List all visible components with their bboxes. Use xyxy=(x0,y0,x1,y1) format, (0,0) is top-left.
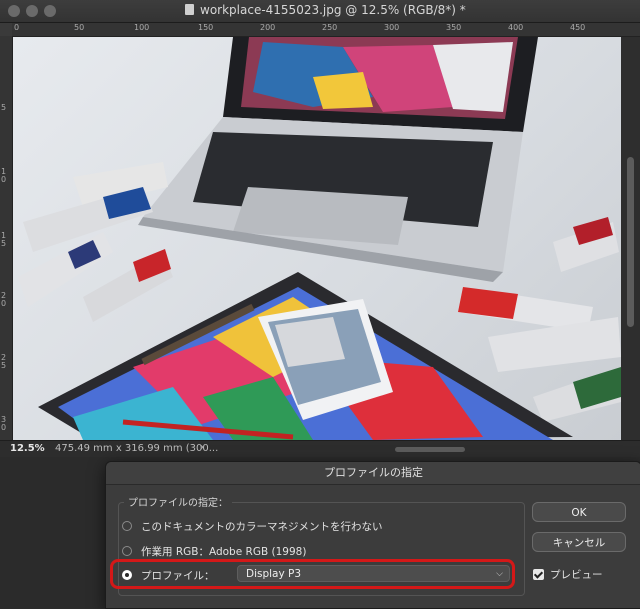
preview-label: プレビュー xyxy=(550,569,603,581)
ruler-tick: 50 xyxy=(74,23,85,32)
photo-canvas[interactable] xyxy=(13,37,621,440)
document-info: 475.49 mm x 316.99 mm (300... xyxy=(55,443,219,454)
ruler-tick: 2 0 xyxy=(1,291,7,308)
profile-select[interactable]: Display P3 ⌵ xyxy=(237,565,510,582)
window-title: workplace-4155023.jpg @ 12.5% (RGB/8*) * xyxy=(185,3,466,17)
group-label: プロファイルの指定： xyxy=(124,494,232,509)
ruler-corner[interactable] xyxy=(0,23,12,36)
window-titlebar: workplace-4155023.jpg @ 12.5% (RGB/8*) * xyxy=(0,0,640,23)
ruler-tick: 150 xyxy=(198,23,214,32)
ruler-tick: 0 xyxy=(14,23,20,32)
preview-checkbox[interactable] xyxy=(533,569,544,580)
ok-button[interactable]: OK xyxy=(532,502,626,522)
option-no-color-management[interactable]: このドキュメントのカラーマネジメントを行わない xyxy=(122,519,383,534)
window-title-text: workplace-4155023.jpg @ 12.5% (RGB/8*) * xyxy=(200,3,466,17)
radio-working-rgb[interactable] xyxy=(122,546,132,556)
profile-select-value: Display P3 xyxy=(246,568,302,580)
vertical-ruler[interactable]: 5 1 0 1 5 2 0 2 5 3 0 xyxy=(0,36,13,440)
ruler-tick: 350 xyxy=(446,23,462,32)
chevron-down-icon: ⌵ xyxy=(496,569,503,579)
ruler-tick: 1 0 xyxy=(1,167,7,184)
cancel-button[interactable]: キャンセル xyxy=(532,532,626,552)
option-label: 作業用 RGB：Adobe RGB (1998) xyxy=(141,546,307,558)
ruler-tick: 200 xyxy=(260,23,276,32)
photo-image xyxy=(18,37,621,440)
option-working-rgb[interactable]: 作業用 RGB：Adobe RGB (1998) xyxy=(122,544,306,559)
ruler-tick: 3 0 xyxy=(1,415,7,432)
status-bar: 12.5% 475.49 mm x 316.99 mm (300... › xyxy=(0,440,640,457)
ruler-tick: 300 xyxy=(384,23,400,32)
ruler-tick: 5 xyxy=(1,103,7,112)
horizontal-ruler[interactable]: 0 50 100 150 200 250 300 350 400 450 xyxy=(12,23,640,37)
dialog-title: プロファイルの指定 xyxy=(106,462,640,485)
option-label: このドキュメントのカラーマネジメントを行わない xyxy=(141,521,383,533)
vertical-scrollbar[interactable] xyxy=(621,37,640,440)
vertical-scroll-thumb[interactable] xyxy=(627,157,634,327)
zoom-level[interactable]: 12.5% xyxy=(10,443,45,454)
ruler-tick: 1 5 xyxy=(1,231,7,248)
ruler-tick: 400 xyxy=(508,23,524,32)
status-menu-arrow[interactable]: › xyxy=(200,442,204,453)
ruler-tick: 100 xyxy=(134,23,150,32)
document-icon xyxy=(185,4,194,15)
ruler-tick: 2 5 xyxy=(1,353,7,370)
horizontal-scroll-thumb[interactable] xyxy=(395,447,465,452)
ruler-tick: 450 xyxy=(570,23,586,32)
radio-no-color-management[interactable] xyxy=(122,521,132,531)
minimize-window-button[interactable] xyxy=(26,5,38,17)
close-window-button[interactable] xyxy=(8,5,20,17)
ruler-tick: 250 xyxy=(322,23,338,32)
zoom-window-button[interactable] xyxy=(44,5,56,17)
